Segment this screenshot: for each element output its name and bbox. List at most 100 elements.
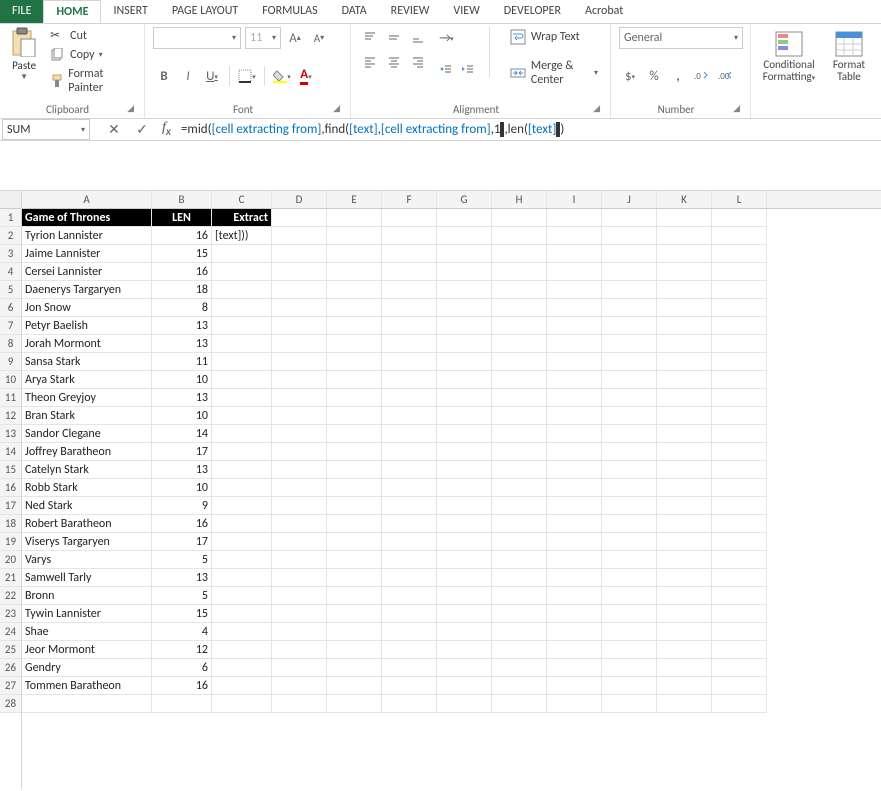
- increase-font-button[interactable]: A▴: [285, 27, 305, 49]
- cell[interactable]: [547, 371, 602, 389]
- cell[interactable]: [212, 461, 272, 479]
- cell[interactable]: 4: [152, 623, 212, 641]
- cell[interactable]: [547, 317, 602, 335]
- cell[interactable]: [547, 335, 602, 353]
- cell[interactable]: [382, 605, 437, 623]
- tab-formulas[interactable]: FORMULAS: [250, 0, 329, 23]
- cell[interactable]: [382, 443, 437, 461]
- cell[interactable]: [212, 263, 272, 281]
- cell[interactable]: [492, 317, 547, 335]
- cell[interactable]: [547, 587, 602, 605]
- cell[interactable]: [327, 587, 382, 605]
- cell[interactable]: Robert Baratheon: [22, 515, 152, 533]
- cell[interactable]: [272, 605, 327, 623]
- cell[interactable]: [712, 677, 767, 695]
- cell[interactable]: [212, 443, 272, 461]
- column-header-G[interactable]: G: [437, 191, 492, 208]
- cell[interactable]: [492, 263, 547, 281]
- cell[interactable]: [712, 281, 767, 299]
- cell[interactable]: [212, 245, 272, 263]
- align-top-button[interactable]: [359, 27, 381, 49]
- cell[interactable]: [712, 659, 767, 677]
- align-center-button[interactable]: [383, 51, 405, 73]
- cell[interactable]: [272, 623, 327, 641]
- cell[interactable]: [492, 371, 547, 389]
- tab-data[interactable]: DATA: [330, 0, 379, 23]
- cell[interactable]: [272, 227, 327, 245]
- cell[interactable]: [602, 407, 657, 425]
- cell[interactable]: Varys: [22, 551, 152, 569]
- cell[interactable]: [712, 443, 767, 461]
- paste-button[interactable]: Paste ▼: [8, 27, 40, 82]
- cell[interactable]: [547, 677, 602, 695]
- cell[interactable]: [547, 263, 602, 281]
- cell[interactable]: [327, 227, 382, 245]
- row-header[interactable]: 5: [0, 281, 21, 299]
- cell[interactable]: [212, 479, 272, 497]
- cell[interactable]: [657, 281, 712, 299]
- row-header[interactable]: 19: [0, 533, 21, 551]
- formula-bar[interactable]: =mid([cell extracting from],find([text],…: [177, 120, 881, 139]
- row-header[interactable]: 13: [0, 425, 21, 443]
- row-header[interactable]: 24: [0, 623, 21, 641]
- cell[interactable]: [382, 281, 437, 299]
- cell[interactable]: [602, 623, 657, 641]
- cell[interactable]: [547, 407, 602, 425]
- cell[interactable]: [272, 515, 327, 533]
- cell[interactable]: 10: [152, 407, 212, 425]
- row-header[interactable]: 3: [0, 245, 21, 263]
- cell[interactable]: [492, 299, 547, 317]
- cell[interactable]: 13: [152, 335, 212, 353]
- cell[interactable]: [712, 641, 767, 659]
- cell[interactable]: [657, 407, 712, 425]
- cell[interactable]: [327, 281, 382, 299]
- cell[interactable]: [437, 443, 492, 461]
- cell[interactable]: [382, 587, 437, 605]
- cell[interactable]: [22, 695, 152, 713]
- dialog-launcher-icon[interactable]: ◢: [333, 103, 340, 114]
- cell[interactable]: [272, 371, 327, 389]
- cell[interactable]: 16: [152, 227, 212, 245]
- cell[interactable]: Samwell Tarly: [22, 569, 152, 587]
- cell[interactable]: Robb Stark: [22, 479, 152, 497]
- cell[interactable]: [text])): [212, 227, 272, 245]
- cell[interactable]: 13: [152, 389, 212, 407]
- cell[interactable]: [657, 551, 712, 569]
- cell[interactable]: [657, 659, 712, 677]
- cell[interactable]: 17: [152, 443, 212, 461]
- cell[interactable]: [327, 335, 382, 353]
- cell[interactable]: [382, 209, 437, 227]
- cell[interactable]: [492, 407, 547, 425]
- cell[interactable]: [602, 263, 657, 281]
- cell[interactable]: Extract: [212, 209, 272, 227]
- cell[interactable]: [657, 263, 712, 281]
- cell[interactable]: [547, 533, 602, 551]
- cell[interactable]: [547, 299, 602, 317]
- copy-button[interactable]: Copy ▾: [46, 47, 136, 63]
- cell[interactable]: [382, 641, 437, 659]
- cell[interactable]: [547, 281, 602, 299]
- cell[interactable]: 15: [152, 605, 212, 623]
- cell[interactable]: 18: [152, 281, 212, 299]
- cell[interactable]: [602, 299, 657, 317]
- cell[interactable]: [547, 209, 602, 227]
- dialog-launcher-icon[interactable]: ◢: [733, 103, 740, 114]
- cell[interactable]: [712, 407, 767, 425]
- cell[interactable]: [212, 659, 272, 677]
- cell[interactable]: [602, 461, 657, 479]
- cell[interactable]: [212, 299, 272, 317]
- cell[interactable]: Catelyn Stark: [22, 461, 152, 479]
- cell[interactable]: [327, 263, 382, 281]
- cell[interactable]: 8: [152, 299, 212, 317]
- cell[interactable]: [437, 425, 492, 443]
- cell[interactable]: [212, 317, 272, 335]
- cell[interactable]: Petyr Baelish: [22, 317, 152, 335]
- cell[interactable]: Sansa Stark: [22, 353, 152, 371]
- cell[interactable]: [212, 515, 272, 533]
- cell[interactable]: [272, 245, 327, 263]
- cell[interactable]: [327, 245, 382, 263]
- cell[interactable]: [382, 497, 437, 515]
- cell[interactable]: [327, 389, 382, 407]
- enter-formula-button[interactable]: ✓: [128, 121, 156, 138]
- cell[interactable]: [272, 677, 327, 695]
